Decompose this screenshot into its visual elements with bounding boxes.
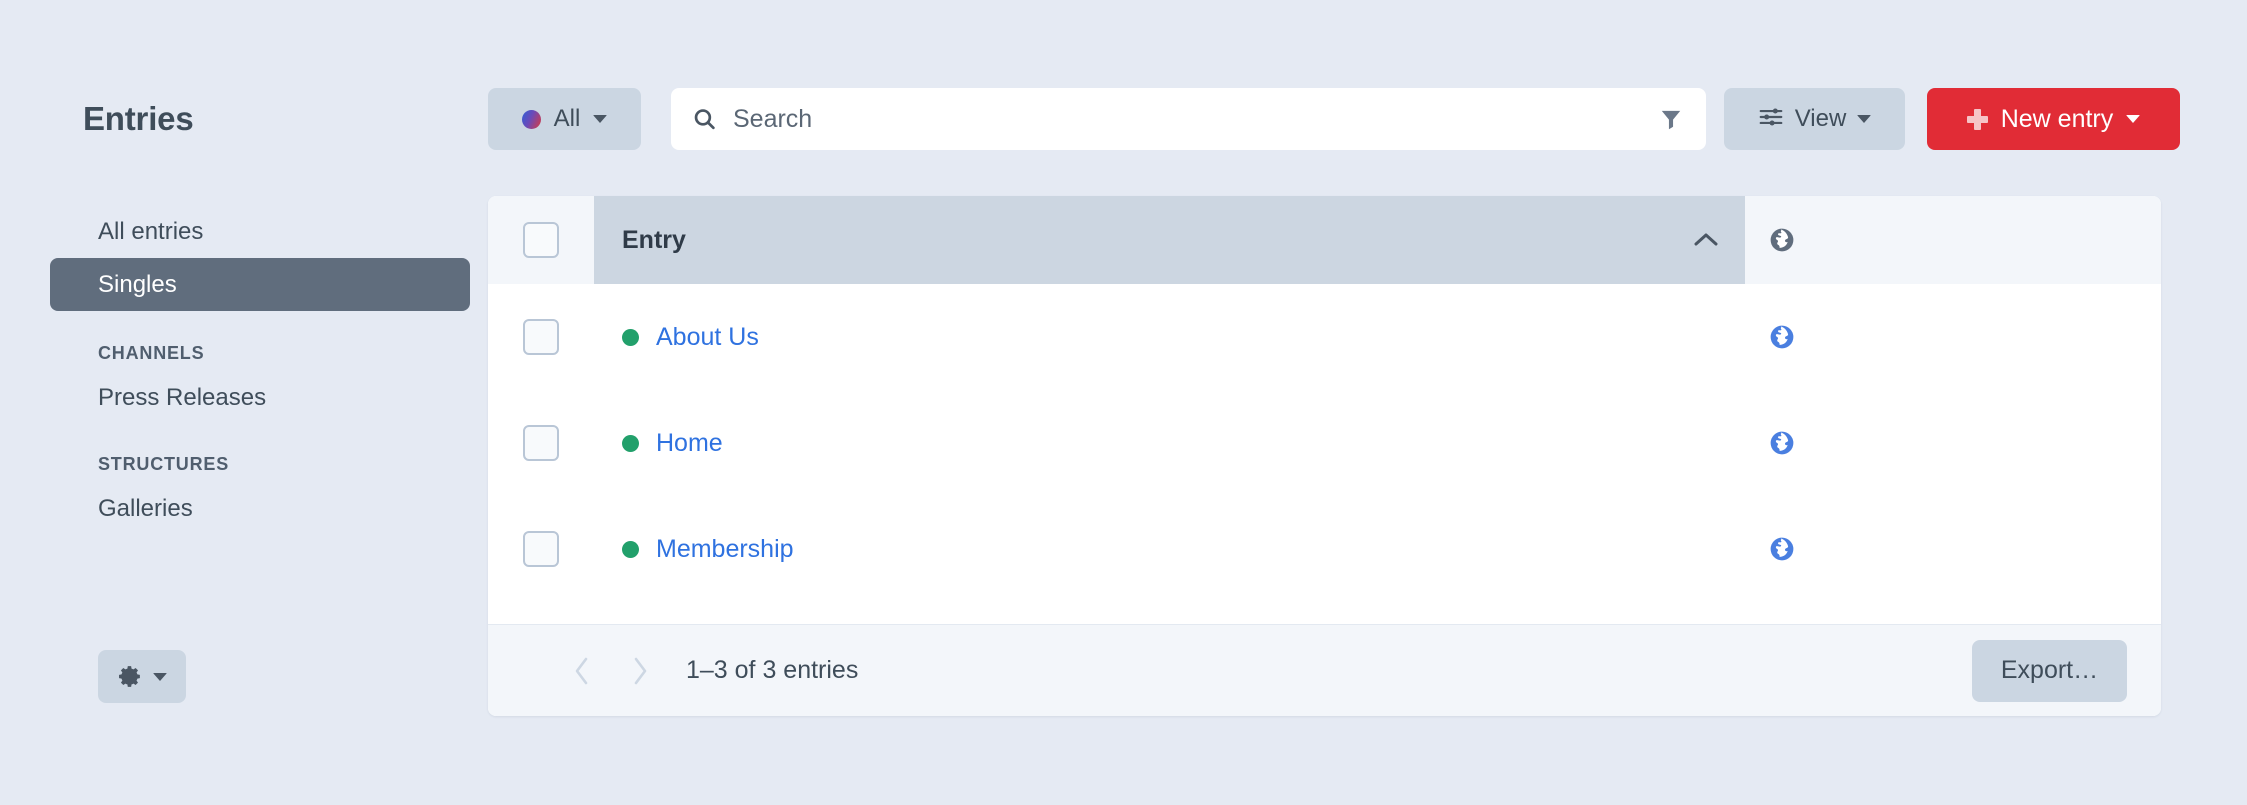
- sidebar-item-all-entries[interactable]: All entries: [50, 205, 470, 258]
- sidebar-group-heading-channels: CHANNELS: [98, 343, 205, 363]
- sidebar-settings-button[interactable]: [98, 650, 186, 703]
- view-button-label: View: [1794, 105, 1847, 132]
- table-row[interactable]: About Us: [488, 284, 2161, 390]
- entries-table: Entry About Us Home Membership: [488, 196, 2161, 602]
- row-select-cell: [488, 390, 594, 496]
- sidebar-item-label: Press Releases: [98, 384, 267, 411]
- select-all-header-cell: [488, 196, 594, 284]
- table-footer: 1–3 of 3 entries Export…: [488, 624, 2161, 716]
- toolbar: All Search View New entry: [488, 88, 2180, 150]
- globe-icon: [1745, 227, 2161, 253]
- entries-page: Entries All entries Singles CHANNELS Pre…: [0, 0, 2247, 805]
- pagination-info: 1–3 of 3 entries: [686, 656, 859, 684]
- column-header-site[interactable]: [1745, 196, 2161, 284]
- status-dot-icon: [622, 328, 639, 346]
- row-select-cell: [488, 496, 594, 602]
- sidebar-item-label: Singles: [98, 270, 177, 298]
- view-button[interactable]: View: [1724, 88, 1905, 150]
- search-input[interactable]: [671, 88, 1706, 150]
- column-header-entry-label: Entry: [622, 225, 686, 254]
- page-title: Entries: [83, 100, 194, 137]
- chevron-down-icon: [2126, 115, 2141, 123]
- sliders-icon: [1758, 104, 1784, 135]
- entries-table-card: Entry About Us Home Membership 1–3 of 3 …: [488, 196, 2161, 716]
- sidebar-item-galleries[interactable]: Galleries: [50, 485, 470, 533]
- chevron-down-icon: [593, 115, 608, 123]
- globe-icon[interactable]: [1745, 324, 2161, 350]
- pagination-prev-button[interactable]: [560, 649, 604, 693]
- globe-icon[interactable]: [1745, 536, 2161, 562]
- row-site-cell: [1745, 284, 2161, 390]
- table-header-row: Entry: [488, 196, 2161, 284]
- entry-title-link[interactable]: Membership: [656, 535, 794, 564]
- table-body: About Us Home Membership: [488, 284, 2161, 602]
- export-button-label: Export…: [2000, 656, 2099, 684]
- row-checkbox[interactable]: [523, 531, 559, 567]
- pagination-next-button[interactable]: [618, 649, 662, 693]
- sidebar-item-singles[interactable]: Singles: [50, 258, 470, 311]
- entry-title-link[interactable]: Home: [656, 429, 723, 458]
- gear-icon: [118, 664, 143, 689]
- globe-icon[interactable]: [1745, 430, 2161, 456]
- entry-title-link[interactable]: About Us: [656, 323, 759, 352]
- status-dot-icon: [521, 109, 541, 129]
- new-entry-button-label: New entry: [2000, 104, 2114, 133]
- row-entry-cell: Membership: [594, 496, 1745, 602]
- search-field[interactable]: [671, 88, 1706, 150]
- row-entry-cell: About Us: [594, 284, 1745, 390]
- sidebar-item-label: All entries: [98, 217, 204, 245]
- status-filter-label: All: [553, 105, 581, 132]
- table-row[interactable]: Home: [488, 390, 2161, 496]
- row-site-cell: [1745, 496, 2161, 602]
- row-checkbox[interactable]: [523, 425, 559, 461]
- row-site-cell: [1745, 390, 2161, 496]
- search-icon: [692, 107, 717, 132]
- sidebar-item-label: Galleries: [98, 495, 193, 522]
- chevron-down-icon: [1857, 115, 1872, 123]
- chevron-up-icon: [1693, 232, 1719, 248]
- chevron-down-icon: [152, 672, 167, 681]
- select-all-checkbox[interactable]: [523, 222, 559, 258]
- new-entry-button[interactable]: New entry: [1927, 88, 2180, 150]
- row-select-cell: [488, 284, 594, 390]
- filter-icon[interactable]: [1658, 106, 1684, 132]
- sidebar-item-press-releases[interactable]: Press Releases: [50, 374, 470, 422]
- export-button[interactable]: Export…: [1972, 639, 2127, 702]
- table-row[interactable]: Membership: [488, 496, 2161, 602]
- sidebar-nav: All entries Singles CHANNELS Press Relea…: [50, 205, 470, 533]
- status-dot-icon: [622, 434, 639, 452]
- sidebar-group-heading-structures: STRUCTURES: [98, 454, 230, 474]
- sidebar: Entries All entries Singles CHANNELS Pre…: [0, 0, 487, 805]
- plus-icon: [1966, 108, 1988, 130]
- column-header-entry[interactable]: Entry: [594, 196, 1745, 284]
- table-header: Entry: [488, 196, 2161, 284]
- status-filter-button[interactable]: All: [488, 88, 641, 150]
- row-entry-cell: Home: [594, 390, 1745, 496]
- row-checkbox[interactable]: [523, 319, 559, 355]
- status-dot-icon: [622, 540, 639, 558]
